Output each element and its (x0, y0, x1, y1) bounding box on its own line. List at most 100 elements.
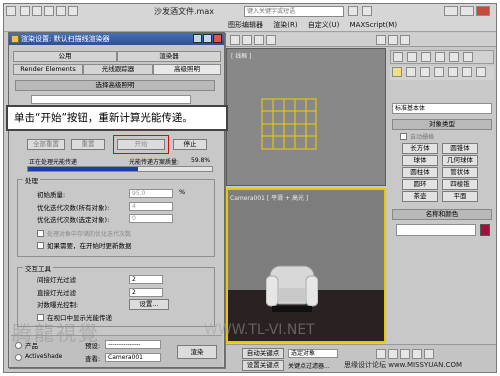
geosphere-button[interactable]: 几何球体 (442, 155, 478, 166)
open-icon[interactable] (32, 6, 42, 16)
spacewarps-icon[interactable] (462, 67, 472, 77)
torus-button[interactable]: 圆环 (402, 179, 438, 190)
refine-all-field[interactable]: 4 (129, 202, 173, 211)
refine-selected-field[interactable]: 0 (129, 214, 173, 223)
teapot-button[interactable]: 茶壶 (402, 191, 438, 202)
search-input[interactable]: 键入关键字或短语 (244, 6, 344, 17)
menu-bar: 图形编辑器 渲染(R) 自定义(U) MAXScript(M) (228, 20, 405, 30)
app-icon[interactable] (6, 6, 16, 16)
activeshade-radio[interactable] (15, 354, 22, 361)
tube-button[interactable]: 管状体 (442, 167, 478, 178)
select-advanced-lighting-rollout[interactable]: 选择高级照明 (15, 80, 215, 91)
play-icon[interactable] (400, 349, 410, 359)
help-icon[interactable] (362, 6, 372, 16)
preset-dropdown[interactable]: --------------- (105, 340, 161, 349)
cylinder-button[interactable]: 圆柱体 (402, 167, 438, 178)
prev-frame-icon[interactable] (388, 349, 398, 359)
dialog-close-button[interactable] (213, 34, 222, 43)
cone-button[interactable]: 圆锥体 (442, 143, 478, 154)
start-button[interactable]: 开始 (117, 139, 165, 150)
menu-customize[interactable]: 自定义(U) (308, 21, 340, 29)
exposure-label: 对数曝光控制: (37, 301, 79, 309)
display-tab-icon[interactable] (449, 52, 459, 62)
tab-renderer[interactable]: 渲染器 (117, 51, 221, 62)
create-tab-icon[interactable] (393, 52, 403, 62)
main-toolbar (226, 33, 496, 47)
tab-raytracer[interactable]: 光线跟踪器 (83, 64, 153, 75)
initial-quality-field[interactable]: 95.0 (129, 189, 173, 198)
save-icon[interactable] (44, 6, 54, 16)
plane-button[interactable]: 平面 (442, 191, 478, 202)
modify-tab-icon[interactable] (407, 52, 417, 62)
systems-icon[interactable] (476, 67, 486, 77)
minimize-button[interactable] (444, 6, 458, 16)
lighting-type-dropdown[interactable] (31, 95, 191, 104)
stop-button[interactable]: 停止 (173, 139, 207, 150)
update-on-start-checkbox[interactable] (37, 242, 44, 249)
go-start-icon[interactable] (376, 349, 386, 359)
viewport-top-label: [ 线框 ] (231, 53, 252, 60)
undo-icon[interactable] (56, 6, 66, 16)
lights-icon[interactable] (420, 67, 430, 77)
new-icon[interactable] (20, 6, 30, 16)
cameras-icon[interactable] (434, 67, 444, 77)
sphere-button[interactable]: 球体 (402, 155, 438, 166)
select-icon[interactable] (230, 35, 240, 45)
menu-graph-editor[interactable]: 图形编辑器 (228, 21, 263, 29)
process-refine-checkbox[interactable] (37, 230, 44, 237)
tab-render-elements[interactable]: Render Elements (13, 64, 83, 75)
menu-maxscript[interactable]: MAXScript(M) (350, 21, 397, 29)
name-color-rollout[interactable]: 名称和颜色 (392, 209, 492, 220)
tab-advanced-lighting[interactable]: 高级照明 (153, 64, 221, 75)
indirect-filter-field[interactable]: 2 (129, 275, 163, 284)
go-end-icon[interactable] (424, 349, 434, 359)
move-icon[interactable] (242, 35, 252, 45)
key-filters-button[interactable]: 关键点过滤器... (288, 361, 330, 370)
activeshade-radio-label: ActiveShade (25, 353, 63, 360)
maximize-button[interactable] (460, 6, 474, 16)
shapes-icon[interactable] (406, 67, 416, 77)
set-key-button[interactable]: 设置关键点 (242, 360, 284, 371)
processing-status: 正在处理光能传递 (29, 159, 78, 166)
dialog-maximize-button[interactable] (203, 34, 212, 43)
viewport-camera-label: Camera001 [ 平滑 + 高光 ] (230, 195, 309, 202)
rotate-icon[interactable] (254, 35, 264, 45)
reset-button[interactable]: 重置 (71, 139, 105, 150)
search-icon[interactable] (348, 6, 358, 16)
view-dropdown[interactable]: Camera001 (105, 353, 161, 362)
radiosity-progress-bar (27, 166, 213, 172)
hierarchy-tab-icon[interactable] (421, 52, 431, 62)
indirect-filter-label: 间接灯光过滤 (37, 276, 76, 284)
next-frame-icon[interactable] (412, 349, 422, 359)
scale-icon[interactable] (266, 35, 276, 45)
reset-all-button[interactable]: 全部重置 (27, 139, 65, 150)
pyramid-button[interactable]: 四棱锥 (442, 179, 478, 190)
dialog-minimize-button[interactable] (193, 34, 202, 43)
object-type-rollout[interactable]: 对象类型 (392, 119, 492, 130)
direct-filter-field[interactable]: 2 (129, 288, 163, 297)
geometry-icon[interactable] (392, 67, 402, 77)
auto-key-button[interactable]: 自动关键点 (242, 348, 284, 359)
object-name-field[interactable] (396, 224, 476, 236)
helpers-icon[interactable] (448, 67, 458, 77)
quick-render-icon[interactable] (400, 35, 410, 45)
auto-grid-checkbox[interactable] (400, 133, 407, 140)
redo-icon[interactable] (68, 6, 78, 16)
object-color-swatch[interactable] (480, 224, 490, 236)
utilities-tab-icon[interactable] (463, 52, 473, 62)
viewport-camera[interactable]: Camera001 [ 平滑 + 高光 ] (226, 188, 386, 343)
motion-tab-icon[interactable] (435, 52, 445, 62)
max-title-bar: 沙发酒文件.max 键入关键字或短语 图形编辑器 渲染(R) 自定义(U) MA… (4, 4, 496, 32)
direct-filter-label: 直接灯光过滤 (37, 289, 76, 297)
tab-common[interactable]: 公用 (13, 51, 117, 62)
render-setup-icon[interactable] (376, 35, 386, 45)
selection-dropdown[interactable]: 选定对象 (288, 349, 338, 358)
box-button[interactable]: 长方体 (402, 143, 438, 154)
viewport-top[interactable]: [ 线框 ] (226, 48, 386, 186)
render-button[interactable]: 渲染 (177, 345, 217, 359)
exposure-setup-button[interactable]: 设置... (129, 299, 169, 310)
close-button[interactable] (476, 6, 490, 16)
primitive-type-dropdown[interactable]: 标准基本体 (392, 103, 492, 114)
menu-render[interactable]: 渲染(R) (273, 21, 297, 29)
render-frame-icon[interactable] (388, 35, 398, 45)
